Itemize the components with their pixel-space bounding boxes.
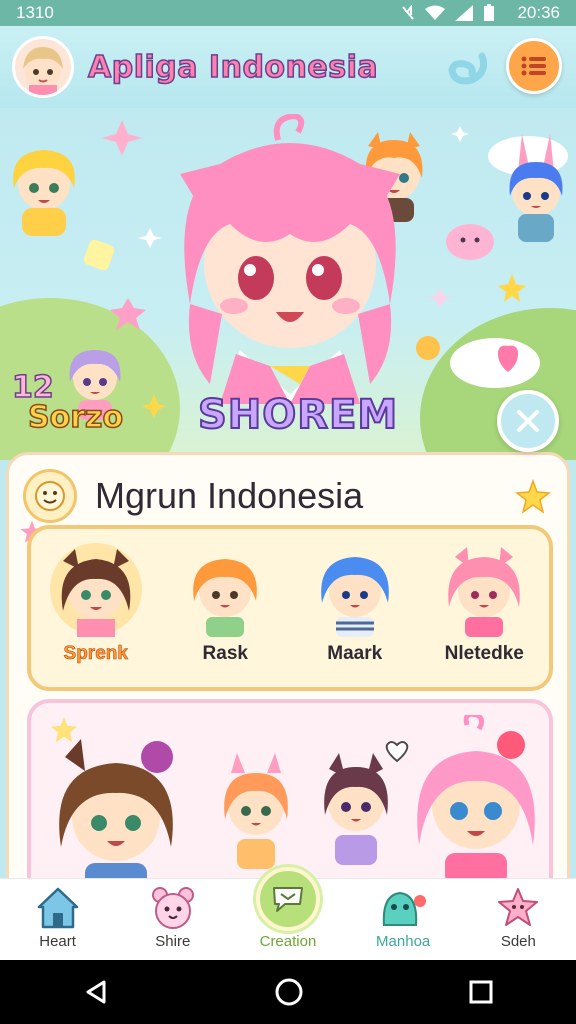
gallery-character-orange-hair[interactable] [211, 743, 301, 873]
close-button[interactable] [497, 390, 559, 452]
nav-item-heart[interactable]: Heart [3, 879, 113, 950]
signal-icon [455, 5, 474, 21]
star-icon [515, 479, 551, 514]
character-gallery [27, 699, 553, 892]
chat-bubble-icon [272, 887, 303, 912]
smiley-icon [23, 469, 77, 523]
character-name: Maark [327, 643, 383, 664]
back-icon[interactable] [82, 978, 110, 1006]
gallery-character-brown-hair[interactable] [41, 727, 191, 892]
nav-label: Sdeh [500, 933, 536, 950]
nav-item-creation[interactable]: Creation [233, 867, 343, 950]
nav-item-manhoa[interactable]: Manhoa [348, 879, 458, 950]
list-icon [521, 56, 546, 76]
bottom-navigation: Heart Shire Creation Manhoa Sdeh [0, 867, 576, 960]
wifi-icon [425, 5, 446, 20]
recents-icon[interactable] [468, 979, 494, 1005]
section-title: Mgrun Indonesia [95, 475, 364, 516]
app-title: Apliga Indonesia [87, 49, 379, 86]
nav-center-button[interactable] [255, 867, 320, 931]
hero-badge-word: Sorzo [27, 399, 124, 436]
character-name: Nletedke [444, 643, 524, 664]
mute-icon [402, 5, 415, 20]
character-avatar-pink-hair [448, 547, 521, 637]
main-character-pink-hair [180, 114, 400, 404]
app-header: Apliga Indonesia [0, 26, 576, 108]
character-selector: Sprenk Rask Maark Nletedke [27, 525, 553, 691]
status-icons: 20:36 [401, 3, 560, 23]
starfish-icon [498, 888, 539, 926]
gallery-character-brown-cat[interactable] [311, 743, 401, 873]
gallery-character-pink-hair[interactable] [401, 715, 551, 885]
character-name: Sprenk [63, 643, 128, 665]
nav-label: Heart [39, 933, 76, 950]
character-avatar-orange-hair [193, 559, 258, 637]
home-icon[interactable] [274, 977, 304, 1007]
close-icon [517, 410, 539, 432]
character-card-sprenk[interactable]: Sprenk [37, 541, 155, 665]
character-avatar-brown-cat [49, 543, 142, 637]
nav-label: Shire [155, 933, 191, 950]
character-card-maark[interactable]: Maark [296, 541, 414, 665]
menu-button[interactable] [506, 38, 562, 94]
bear-face-icon [151, 887, 194, 929]
house-icon [37, 887, 78, 929]
section-header: Mgrun Indonesia [23, 465, 553, 527]
swirl-icon[interactable] [444, 42, 492, 90]
battery-icon [484, 4, 495, 21]
character-card-nletedke[interactable]: Nletedke [425, 541, 543, 665]
ghost-icon [382, 891, 427, 926]
character-blue-hair [509, 134, 563, 242]
user-avatar[interactable] [12, 36, 74, 98]
status-time-left: 1310 [16, 3, 54, 22]
nav-label: Creation [259, 933, 317, 950]
nav-item-shire[interactable]: Shire [118, 879, 228, 950]
character-name: Rask [202, 643, 248, 664]
nav-item-sdeh[interactable]: Sdeh [463, 879, 573, 950]
system-navigation-bar [0, 960, 576, 1024]
nav-label: Manhoa [376, 933, 431, 950]
character-avatar-blue-hair [320, 557, 389, 637]
status-bar: 1310 20:36 [0, 0, 576, 26]
character-card-rask[interactable]: Rask [166, 541, 284, 665]
character-yellow-hair [13, 150, 75, 236]
character-panel: Mgrun Indonesia Sprenk Rask Maark Nleted… [6, 452, 570, 892]
hero-banner: 12 Sorzo SHOREM [0, 108, 576, 460]
hero-label: SHOREM [197, 391, 399, 439]
status-time-right: 20:36 [517, 3, 560, 22]
